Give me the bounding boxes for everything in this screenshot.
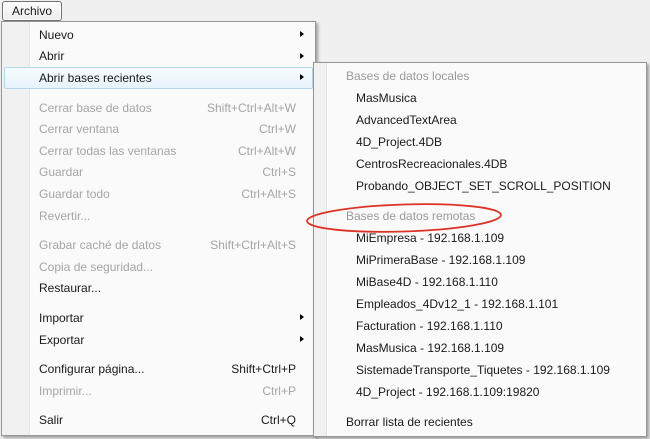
submenu-arrow-icon — [300, 53, 304, 59]
menu-item-cerrar-todas-las-ventanas[interactable]: Cerrar todas las ventanas Ctrl+Alt+W — [4, 140, 313, 162]
menu-item-salir[interactable]: Salir Ctrl+Q — [4, 410, 313, 432]
remote-db-item[interactable]: MiEmpresa - 192.168.1.109 — [316, 227, 644, 249]
menu-item-abrir-bases-recientes[interactable]: Abrir bases recientes — [4, 67, 313, 89]
remote-db-item[interactable]: MiPrimeraBase - 192.168.1.109 — [316, 249, 644, 271]
menu-item-shortcut: Shift+Ctrl+Alt+W — [207, 101, 296, 115]
menu-item-label: Restaurar... — [39, 281, 101, 295]
menu-item-nuevo[interactable]: Nuevo — [4, 24, 313, 46]
menu-item-label: Cerrar todas las ventanas — [39, 144, 176, 158]
menu-separator — [33, 230, 312, 231]
local-db-item[interactable]: 4D_Project.4DB — [316, 131, 644, 153]
menu-item-configurar-pagina[interactable]: Configurar página... Shift+Ctrl+P — [4, 358, 313, 380]
menu-separator — [329, 201, 643, 202]
menu-item-label: Copia de seguridad... — [39, 260, 153, 274]
local-databases-section-header: Bases de datos locales — [316, 65, 644, 87]
menu-item-label: Exportar — [39, 333, 84, 347]
menu-item-label: Cerrar ventana — [39, 122, 119, 136]
remote-db-item[interactable]: 4D_Project - 192.168.1.109:19820 — [316, 381, 644, 403]
menu-item-exportar[interactable]: Exportar — [4, 329, 313, 351]
menu-item-label: Importar — [39, 311, 84, 325]
submenu-arrow-icon — [300, 31, 304, 37]
menu-item-shortcut: Shift+Ctrl+Alt+S — [210, 238, 296, 252]
db-item-label: MasMusica — [356, 91, 417, 105]
db-item-label: 4D_Project.4DB — [356, 135, 442, 149]
menu-item-label: Nuevo — [39, 28, 74, 42]
db-item-label: 4D_Project - 192.168.1.109:19820 — [356, 385, 539, 399]
menu-item-cerrar-ventana[interactable]: Cerrar ventana Ctrl+W — [4, 118, 313, 140]
db-item-label: Empleados_4Dv12_1 - 192.168.1.101 — [356, 297, 558, 311]
menu-item-shortcut: Shift+Ctrl+P — [231, 362, 296, 376]
menu-item-shortcut: Ctrl+P — [262, 384, 296, 398]
menu-separator — [33, 303, 312, 304]
menu-separator — [33, 354, 312, 355]
menu-item-borrar-lista-de-recientes[interactable]: Borrar lista de recientes — [316, 411, 644, 433]
menu-item-copia-de-seguridad[interactable]: Copia de seguridad... — [4, 256, 313, 278]
db-item-label: AdvancedTextArea — [356, 113, 457, 127]
menu-separator — [329, 407, 643, 408]
menu-item-label: Configurar página... — [39, 362, 144, 376]
remote-db-item[interactable]: Empleados_4Dv12_1 - 192.168.1.101 — [316, 293, 644, 315]
menu-item-label: Abrir — [39, 49, 64, 63]
menu-item-revertir[interactable]: Revertir... — [4, 205, 313, 227]
menu-item-abrir[interactable]: Abrir — [4, 46, 313, 68]
file-menu-dropdown: Nuevo Abrir Abrir bases recientes Cerrar… — [1, 21, 316, 436]
submenu-arrow-icon — [300, 336, 304, 342]
menu-item-shortcut: Ctrl+Alt+S — [241, 187, 296, 201]
menubar-item-label: Archivo — [12, 4, 52, 18]
menu-item-shortcut: Ctrl+Q — [261, 413, 296, 427]
db-item-label: MiPrimeraBase - 192.168.1.109 — [356, 253, 525, 267]
db-item-label: MiBase4D - 192.168.1.110 — [356, 275, 498, 289]
menu-item-shortcut: Ctrl+W — [259, 122, 296, 136]
menu-item-label: Grabar caché de datos — [39, 238, 161, 252]
db-item-label: MiEmpresa - 192.168.1.109 — [356, 231, 504, 245]
menu-item-label: Guardar todo — [39, 187, 110, 201]
local-db-item[interactable]: Probando_OBJECT_SET_SCROLL_POSITION — [316, 175, 644, 197]
menubar-item-archivo[interactable]: Archivo — [2, 1, 62, 21]
menu-item-guardar[interactable]: Guardar Ctrl+S — [4, 162, 313, 184]
menu-item-imprimir[interactable]: Imprimir... Ctrl+P — [4, 380, 313, 402]
local-db-item[interactable]: MasMusica — [316, 87, 644, 109]
remote-db-item[interactable]: MiBase4D - 192.168.1.110 — [316, 271, 644, 293]
section-header-label: Bases de datos locales — [346, 69, 469, 83]
menu-item-importar[interactable]: Importar — [4, 307, 313, 329]
remote-db-item[interactable]: SistemadeTransporte_Tiquetes - 192.168.1… — [316, 359, 644, 381]
remote-db-item[interactable]: MasMusica - 192.168.1.109 — [316, 337, 644, 359]
db-item-label: Facturation - 192.168.1.110 — [356, 319, 503, 333]
menu-item-shortcut: Ctrl+Alt+W — [238, 144, 296, 158]
recent-databases-submenu: Bases de datos locales MasMusica Advance… — [313, 62, 647, 437]
menu-item-grabar-cache-de-datos[interactable]: Grabar caché de datos Shift+Ctrl+Alt+S — [4, 234, 313, 256]
remote-databases-section-header: Bases de datos remotas — [316, 205, 644, 227]
menu-item-label: Abrir bases recientes — [39, 71, 152, 85]
submenu-arrow-icon — [300, 314, 304, 320]
local-db-item[interactable]: CentrosRecreacionales.4DB — [316, 153, 644, 175]
menu-item-label: Guardar — [39, 165, 83, 179]
menu-item-shortcut: Ctrl+S — [262, 165, 296, 179]
db-item-label: MasMusica - 192.168.1.109 — [356, 341, 504, 355]
section-header-label: Bases de datos remotas — [346, 209, 475, 223]
submenu-arrow-icon — [300, 74, 304, 80]
menu-item-label: Cerrar base de datos — [39, 101, 152, 115]
remote-db-item[interactable]: Facturation - 192.168.1.110 — [316, 315, 644, 337]
menu-item-restaurar[interactable]: Restaurar... — [4, 278, 313, 300]
menu-separator — [33, 405, 312, 406]
menu-item-cerrar-base-de-datos[interactable]: Cerrar base de datos Shift+Ctrl+Alt+W — [4, 97, 313, 119]
db-item-label: SistemadeTransporte_Tiquetes - 192.168.1… — [356, 363, 610, 377]
menu-item-label: Revertir... — [39, 209, 90, 223]
menu-item-guardar-todo[interactable]: Guardar todo Ctrl+Alt+S — [4, 183, 313, 205]
menu-item-label: Salir — [39, 413, 63, 427]
menu-separator — [33, 92, 312, 93]
menu-item-label: Borrar lista de recientes — [346, 415, 473, 429]
db-item-label: Probando_OBJECT_SET_SCROLL_POSITION — [356, 179, 611, 193]
local-db-item[interactable]: AdvancedTextArea — [316, 109, 644, 131]
menu-item-label: Imprimir... — [39, 384, 92, 398]
db-item-label: CentrosRecreacionales.4DB — [356, 157, 507, 171]
